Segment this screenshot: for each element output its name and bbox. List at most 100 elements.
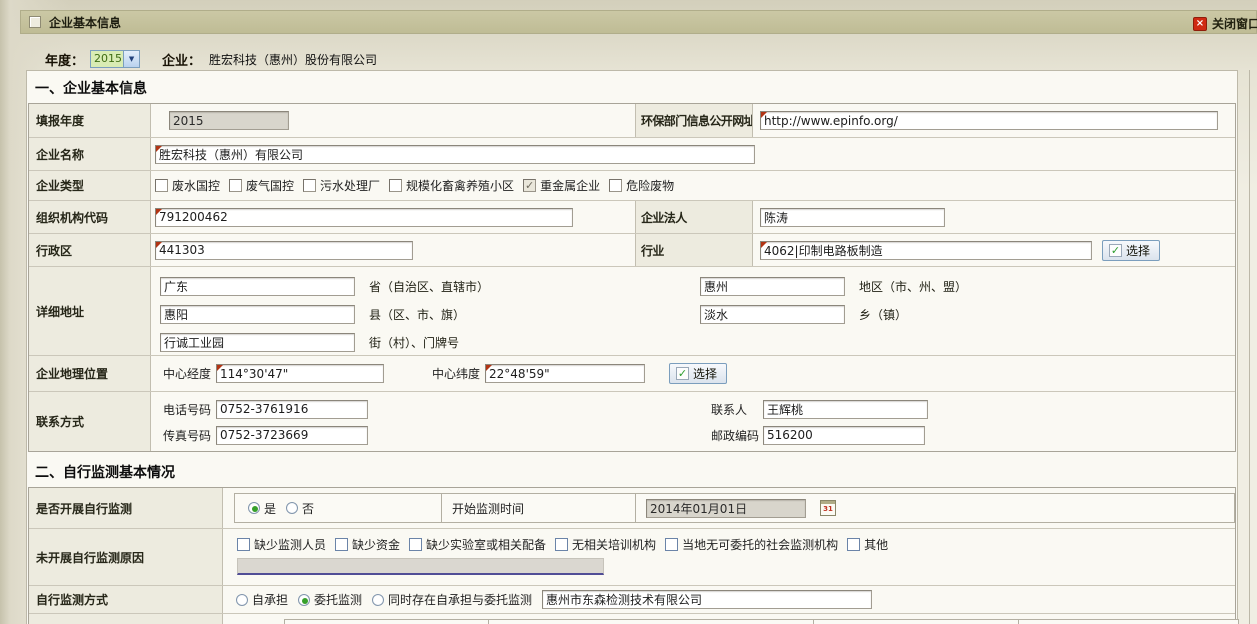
window-icon	[29, 16, 41, 28]
year-select[interactable]: 2015	[90, 50, 140, 68]
street-input[interactable]	[160, 333, 355, 352]
checkbox-icon[interactable]	[229, 179, 242, 192]
reason-option-no-staff[interactable]: 缺少监测人员	[237, 536, 326, 553]
epinfo-url-label: 环保部门信息公开网址	[635, 104, 753, 137]
company-type-option-wastewater[interactable]: 废水国控	[155, 177, 220, 194]
longitude-label: 中心经度	[163, 365, 211, 382]
company-type-label: 企业类型	[29, 171, 151, 200]
epinfo-url-input[interactable]	[760, 111, 1218, 130]
county-input[interactable]	[160, 305, 355, 324]
self-monitoring-no-radio[interactable]: 否	[286, 500, 314, 517]
no-monitoring-reason-label: 未开展自行监测原因	[29, 529, 223, 585]
geo-select-button[interactable]: 选择	[669, 363, 727, 384]
company-label: 企业：	[162, 50, 201, 69]
company-type-option-sewage-plant[interactable]: 污水处理厂	[303, 177, 380, 194]
checkbox-icon[interactable]	[389, 179, 402, 192]
org-code-input[interactable]	[155, 208, 573, 227]
close-icon[interactable]	[1193, 17, 1207, 31]
row-geo-location: 企业地理位置 中心经度 中心纬度 选择	[29, 355, 1235, 391]
phone-label: 电话号码	[163, 401, 211, 418]
geo-label: 企业地理位置	[29, 356, 151, 391]
province-input[interactable]	[160, 277, 355, 296]
reason-option-no-agency[interactable]: 当地无可委托的社会监测机构	[665, 536, 838, 553]
reason-option-other[interactable]: 其他	[847, 536, 888, 553]
empty-label-cell	[29, 614, 223, 624]
basic-info-table: 填报年度 环保部门信息公开网址 企业名称 企业类型 废水国控	[28, 103, 1236, 452]
mode-commissioned-radio[interactable]: 委托监测	[298, 591, 362, 608]
row-monitoring-mode: 自行监测方式 自承担 委托监测 同时存在自承担与委托监测	[29, 585, 1235, 613]
company-type-option-heavy-metal[interactable]: 重金属企业	[523, 177, 600, 194]
checkbox-icon[interactable]	[609, 179, 622, 192]
self-monitoring-yes-radio[interactable]: 是	[248, 500, 276, 517]
checkbox-checked-icon[interactable]	[523, 179, 536, 192]
longitude-input[interactable]	[216, 364, 384, 383]
self-monitoring-table: 是否开展自行监测 是 否 开始监测时间	[28, 487, 1236, 624]
window-right-border	[1249, 70, 1250, 624]
row-partial-bottom	[29, 613, 1235, 624]
checkbox-icon[interactable]	[155, 179, 168, 192]
zip-label: 邮政编码	[711, 427, 763, 444]
section1-heading: 一、企业基本信息	[27, 71, 1237, 103]
industry-input[interactable]	[760, 241, 1092, 260]
other-reason-input[interactable]	[237, 558, 604, 575]
checkbox-icon[interactable]	[555, 538, 568, 551]
partial-inner-table	[284, 619, 1239, 624]
org-code-label: 组织机构代码	[29, 201, 151, 233]
mode-self-radio[interactable]: 自承担	[236, 591, 288, 608]
checkbox-icon[interactable]	[847, 538, 860, 551]
company-type-option-wastegas[interactable]: 废气国控	[229, 177, 294, 194]
contact-person-label: 联系人	[711, 401, 763, 418]
contact-line-phone: 电话号码 联系人	[155, 396, 1235, 422]
radio-selected-icon[interactable]	[298, 594, 310, 606]
latitude-label: 中心纬度	[432, 365, 480, 382]
checkbox-icon[interactable]	[409, 538, 422, 551]
mode-both-radio[interactable]: 同时存在自承担与委托监测	[372, 591, 532, 608]
checkbox-icon[interactable]	[665, 538, 678, 551]
industry-label: 行业	[635, 234, 753, 266]
close-window-label[interactable]: 关闭窗口	[1212, 15, 1257, 32]
reason-option-no-funds[interactable]: 缺少资金	[335, 536, 400, 553]
enterprise-info-window: 企业基本信息 关闭窗口 年度： 2015 企业： 胜宏科技（惠州）股份有限公司 …	[0, 0, 1257, 624]
contact-label: 联系方式	[29, 392, 151, 451]
company-name-input[interactable]	[155, 145, 755, 164]
industry-select-button[interactable]: 选择	[1102, 240, 1160, 261]
check-icon	[1109, 244, 1122, 257]
row-report-year: 填报年度 环保部门信息公开网址	[29, 104, 1235, 137]
radio-icon[interactable]	[236, 594, 248, 606]
city-input[interactable]	[700, 277, 845, 296]
address-label: 详细地址	[29, 267, 151, 355]
row-company-type: 企业类型 废水国控 废气国控 污水处理厂 规模化畜禽养殖小区 重金属企业 危险废…	[29, 170, 1235, 200]
start-time-input[interactable]	[646, 499, 806, 518]
report-year-input[interactable]	[169, 111, 289, 130]
reason-option-no-training[interactable]: 无相关培训机构	[555, 536, 656, 553]
radio-selected-icon[interactable]	[248, 502, 260, 514]
radio-icon[interactable]	[286, 502, 298, 514]
fax-input[interactable]	[216, 426, 368, 445]
latitude-input[interactable]	[485, 364, 645, 383]
form-panel: 一、企业基本信息 填报年度 环保部门信息公开网址 企业名称 企业	[26, 70, 1238, 624]
zip-input[interactable]	[763, 426, 925, 445]
section2-heading: 二、自行监测基本情况	[27, 452, 1237, 487]
legal-person-input[interactable]	[760, 208, 945, 227]
contact-person-input[interactable]	[763, 400, 928, 419]
town-input[interactable]	[700, 305, 845, 324]
window-titlebar: 企业基本信息 关闭窗口	[20, 10, 1257, 34]
admin-region-input[interactable]	[155, 241, 413, 260]
reason-option-no-lab[interactable]: 缺少实验室或相关配备	[409, 536, 546, 553]
legal-person-label: 企业法人	[635, 201, 753, 233]
agency-input[interactable]	[542, 590, 872, 609]
checkbox-icon[interactable]	[237, 538, 250, 551]
self-monitoring-label: 是否开展自行监测	[29, 488, 223, 528]
year-value[interactable]: 2015	[91, 51, 123, 67]
chevron-down-icon[interactable]	[123, 51, 139, 67]
checkbox-icon[interactable]	[303, 179, 316, 192]
company-type-option-hazardous-waste[interactable]: 危险废物	[609, 177, 674, 194]
calendar-icon[interactable]	[820, 500, 836, 516]
close-window-button[interactable]: 关闭窗口	[1193, 15, 1257, 32]
row-address: 详细地址 省（自治区、直辖市） 地区（市、州、盟） 县（区、市、旗）	[29, 266, 1235, 355]
checkbox-icon[interactable]	[335, 538, 348, 551]
company-type-option-livestock[interactable]: 规模化畜禽养殖小区	[389, 177, 514, 194]
phone-input[interactable]	[216, 400, 368, 419]
row-org-code: 组织机构代码 企业法人	[29, 200, 1235, 233]
radio-icon[interactable]	[372, 594, 384, 606]
